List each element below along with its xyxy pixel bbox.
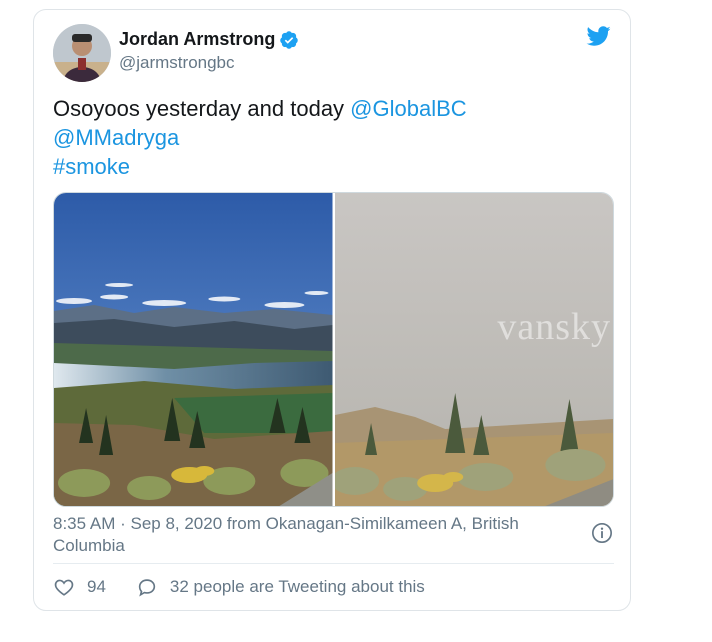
tweet-text-line: Osoyoos yesterday and today @GlobalBC xyxy=(53,94,613,123)
divider xyxy=(53,563,614,564)
media-photo-smoky-day[interactable]: vansky xyxy=(334,193,613,506)
tweet-text-line: @MMadryga xyxy=(53,123,613,152)
hashtag-link-smoke[interactable]: #smoke xyxy=(53,154,130,179)
tweeting-about-text: 32 people are Tweeting about this xyxy=(169,577,425,596)
tweet-actions: 94 32 people are Tweeting about this xyxy=(53,576,425,598)
like-count: 94 xyxy=(87,577,106,596)
verified-badge-icon xyxy=(280,30,299,49)
avatar[interactable] xyxy=(53,24,111,82)
like-button[interactable]: 94 xyxy=(53,576,106,598)
twitter-bird-icon[interactable] xyxy=(585,24,613,48)
tweet-timestamp[interactable]: 8:35 AM · Sep 8, 2020 from Okanagan-Simi… xyxy=(53,513,583,557)
tweet-card: Jordan Armstrong @jarmstrongbc Osoyoos y… xyxy=(33,9,631,611)
info-icon[interactable] xyxy=(591,522,613,544)
tweeting-about-link[interactable]: 32 people are Tweeting about this xyxy=(136,576,425,598)
mention-link-mmadryga[interactable]: @MMadryga xyxy=(53,125,179,150)
tweet-text-line: #smoke xyxy=(53,152,613,181)
heart-icon xyxy=(54,579,74,596)
tweet-text: Osoyoos yesterday and today @GlobalBC @M… xyxy=(53,94,613,181)
mention-link-globalbc[interactable]: @GlobalBC xyxy=(350,96,467,121)
author-handle[interactable]: @jarmstrongbc xyxy=(119,53,235,73)
tweet-text-plain: Osoyoos yesterday and today xyxy=(53,96,351,121)
tweet-media: vansky xyxy=(53,192,614,507)
media-photo-clear-day[interactable] xyxy=(54,193,333,506)
author-name[interactable]: Jordan Armstrong xyxy=(119,29,275,50)
author-name-row[interactable]: Jordan Armstrong xyxy=(119,29,299,50)
media-watermark: vansky xyxy=(497,306,611,348)
speech-bubble-icon xyxy=(138,579,156,597)
